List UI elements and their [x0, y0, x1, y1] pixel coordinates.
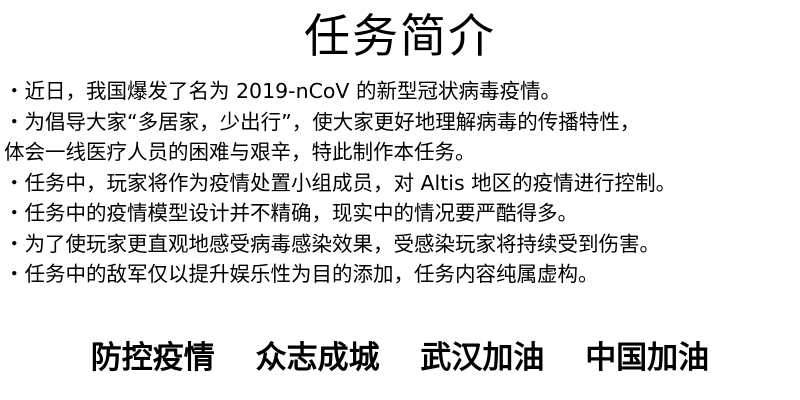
page-title: 任务简介	[304, 9, 496, 63]
briefing-text: ・近日，我国爆发了名为 2019-nCoV 的新型冠状病毒疫情。 ・为倡导大家“…	[4, 76, 800, 290]
briefing-line: ・为了使玩家更直观地感受病毒感染效果，受感染玩家将持续受到伤害。	[4, 231, 660, 256]
briefing-line: ・近日，我国爆发了名为 2019-nCoV 的新型冠状病毒疫情。	[4, 79, 561, 103]
briefing-line: 体会一线医疗人员的困难与艰辛，特此制作本任务。	[4, 140, 476, 164]
slogan-row: 防控疫情 众志成城 武汉加油 中国加油	[0, 336, 800, 380]
briefing-line: ・为倡导大家“多居家，少出行”，使大家更好地理解病毒的传播特性，	[4, 109, 641, 134]
briefing-line: ・任务中的疫情模型设计并不精确，现实中的情况要严酷得多。	[4, 201, 578, 225]
mission-briefing-page: 任务简介 ・近日，我国爆发了名为 2019-nCoV 的新型冠状病毒疫情。 ・为…	[0, 0, 800, 400]
slogan: 中国加油	[585, 340, 710, 376]
briefing-line: ・任务中，玩家将作为疫情处置小组成员，对 Altis 地区的疫情进行控制。	[4, 170, 677, 195]
slogan: 防控疫情	[90, 340, 215, 376]
briefing-line: ・任务中的敌军仅以提升娱乐性为目的添加，任务内容纯属虚构。	[4, 262, 599, 286]
slogan: 武汉加油	[420, 340, 545, 376]
slogan: 众志成城	[255, 340, 380, 376]
